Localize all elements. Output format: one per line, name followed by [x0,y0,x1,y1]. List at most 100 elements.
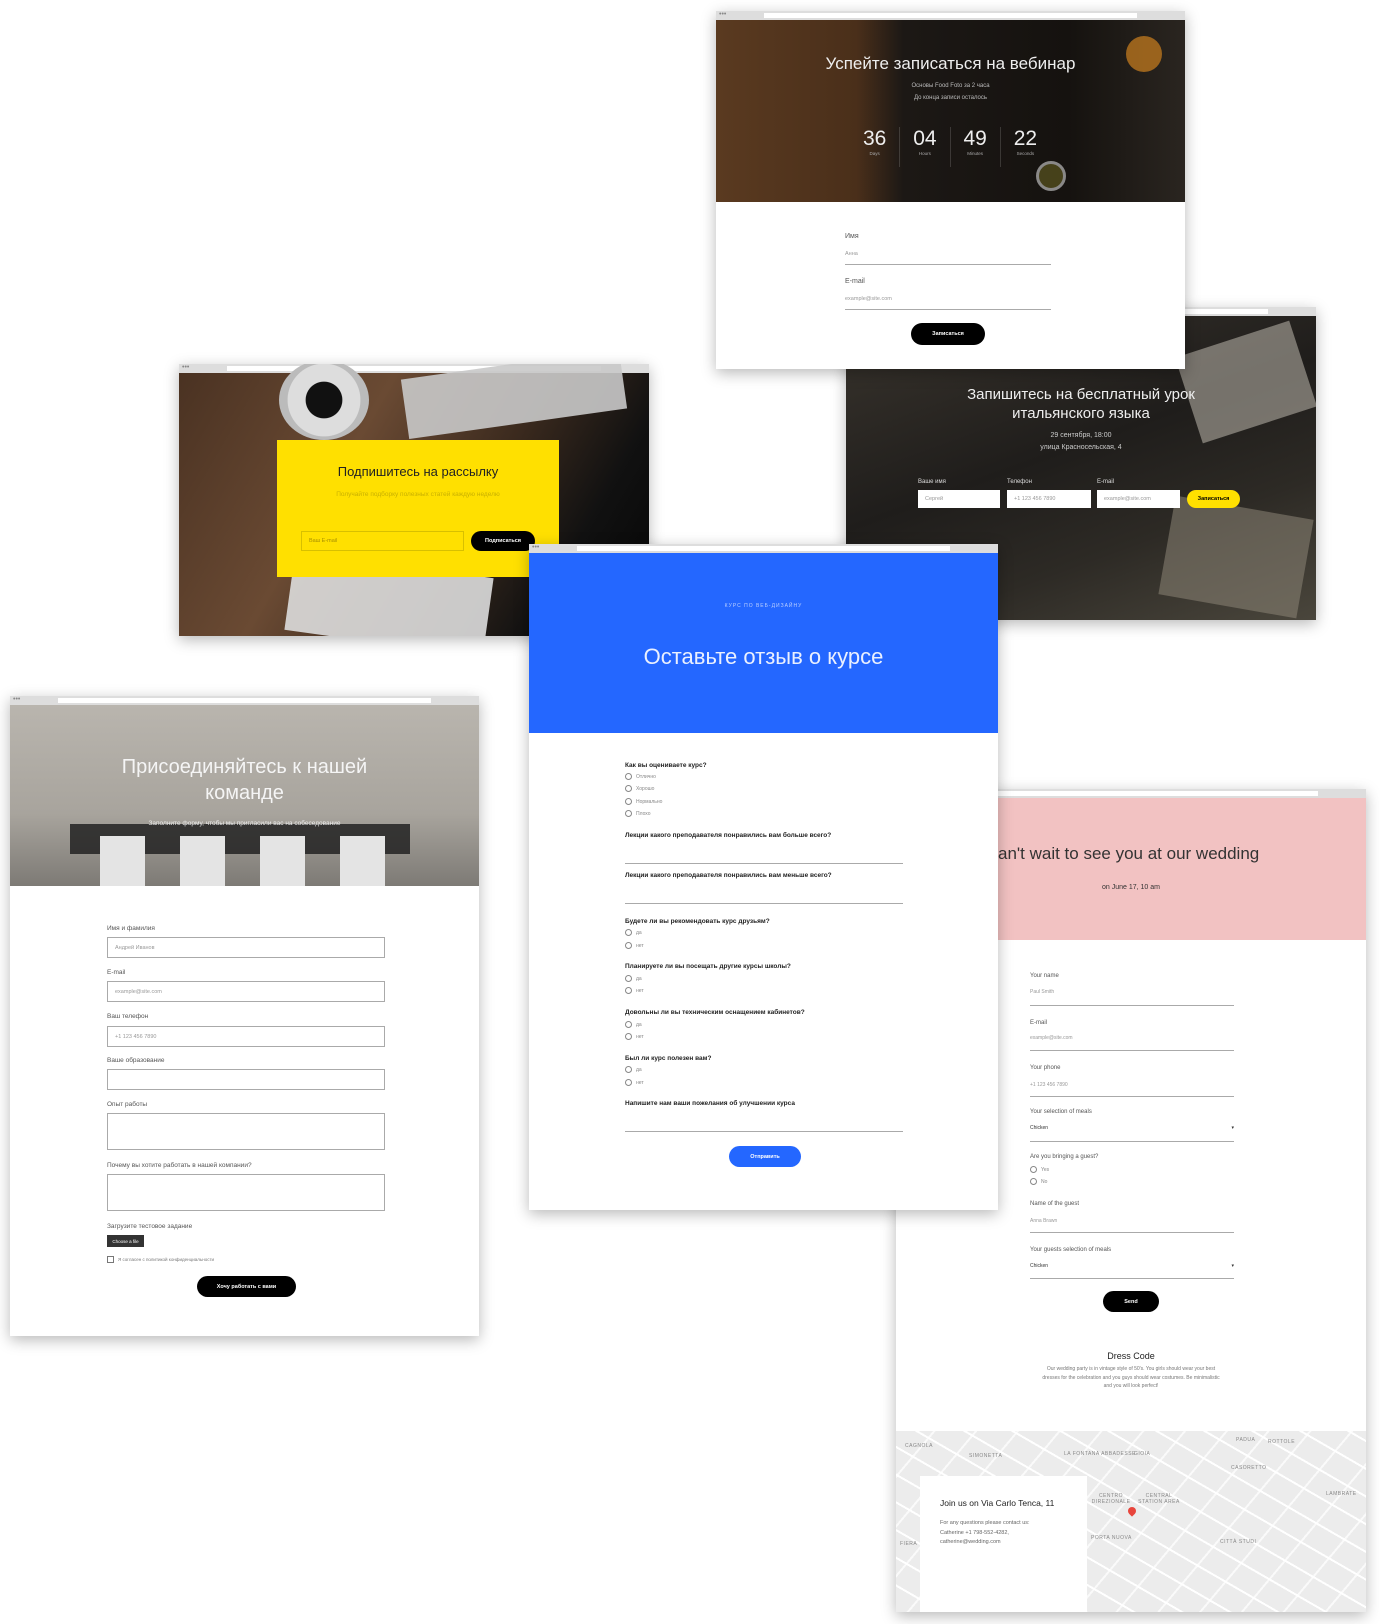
guest-meals-value: Chicken [1030,1263,1049,1269]
hero-title: an't wait to see you at our wedding [998,844,1260,863]
question-other-courses: Планируете ли вы посещать другие курсы ш… [625,963,791,970]
radio-no[interactable]: No [1030,1178,1047,1185]
hero-title: Присоединяйтесь к нашей команде [121,756,368,804]
radio-no[interactable]: нет [625,1033,644,1040]
submit-button[interactable]: Отправить [729,1146,801,1167]
email-label: E-mail [1097,479,1115,485]
radio-good[interactable]: Хорошо [625,785,654,792]
choose-file-button[interactable]: Choose a file [107,1235,144,1247]
worst-teacher-input[interactable] [625,903,903,904]
send-button[interactable]: Send [1103,1291,1159,1312]
hero-title: Оставьте отзыв о курсе [643,644,884,669]
best-teacher-input[interactable] [625,863,903,864]
browser-chrome: ••• [716,11,1185,20]
email-input[interactable]: example@site.com [1097,490,1180,508]
radio-no[interactable]: нет [625,987,644,994]
caret-down-icon: ▾ [1231,1263,1234,1269]
map-label: LA FONTANA ABBADESSE [1064,1451,1136,1457]
map-label: FIERA [900,1541,918,1547]
email-input[interactable]: Ваш E-mail [301,531,464,551]
countdown: 36 Days 04 Hours 49 Minutes 22 Seconds [850,127,1050,167]
chairs-image [80,836,400,886]
course-eyebrow: КУРС ПО ВЕБ-ДИЗАЙНУ [724,603,803,609]
question-useful: Был ли курс полезен вам? [625,1055,712,1062]
radio-no[interactable]: нет [625,942,644,949]
course-feedback-window: ••• КУРС ПО ВЕБ-ДИЗАЙНУ Оставьте отзыв о… [529,544,998,1210]
name-input[interactable]: Paul Smith [1030,989,1054,995]
name-label: Имя [845,233,859,240]
radio-excellent[interactable]: Отлично [625,773,656,780]
newsletter-box: Подпишитесь на рассылку Получайте подбор… [277,440,559,577]
name-input[interactable]: Сергей [918,490,1000,508]
email-input[interactable]: example@site.com [1030,1035,1073,1041]
map-label: PORTA NUOVA [1091,1535,1132,1541]
location-title: Join us on Via Carlo Tenca, 11 [940,1498,1055,1508]
map[interactable]: CAGNOLA SIMONETTA LA FONTANA ABBADESSE G… [896,1431,1366,1612]
submit-button[interactable]: Хочу работать с вами [197,1276,296,1297]
webinar-window: ••• Успейте записаться на вебинар Основы… [716,11,1185,369]
fullname-input[interactable]: Андрей Иванов [107,937,385,958]
phone-input[interactable]: +1 123 456 7890 [107,1026,385,1047]
radio-yes[interactable]: да [625,1066,642,1073]
meals-value: Chicken [1030,1125,1049,1131]
email-input[interactable]: example@site.com [107,981,385,1002]
radio-yes[interactable]: да [625,1021,642,1028]
map-label: SIMONETTA [969,1453,1003,1459]
question-equipment: Довольны ли вы техническим оснащением ка… [625,1009,805,1016]
hero-title: Успейте записаться на вебинар [825,54,1076,73]
consent-checkbox[interactable]: Я согласен с политикой конфиденциальност… [107,1256,214,1263]
radio-yes[interactable]: да [625,975,642,982]
map-label: LAMBRATE [1326,1491,1357,1497]
radio-icon [625,1079,632,1086]
map-label: CASORETTO [1231,1465,1267,1471]
radio-icon [1030,1166,1037,1173]
radio-normal[interactable]: Нормально [625,798,662,805]
map-label: CENTRO DIREZIONALE [1091,1493,1131,1505]
radio-icon [625,1033,632,1040]
map-label: CITTÀ STUDI [1220,1539,1257,1545]
why-label: Почему вы хотите работать в нашей компан… [107,1162,252,1169]
education-input[interactable] [107,1069,385,1090]
email-label: E-mail [107,969,126,976]
question-recommend: Будете ли вы рекомендовать курс друзьям? [625,918,770,925]
radio-yes[interactable]: да [625,929,642,936]
radio-icon [625,975,632,982]
hero-subtitle: Основы Food Foto за 2 часа [911,83,990,89]
radio-bad[interactable]: Плохо [625,810,651,817]
experience-label: Опыт работы [107,1101,148,1108]
map-label: CENTRAL STATION AREA [1138,1493,1180,1505]
meals-label: Your selection of meals [1030,1109,1092,1115]
event-address: улица Красносельская, 4 [1040,444,1122,451]
dress-code-title: Dress Code [1107,1351,1155,1361]
email-label: E-mail [845,278,865,285]
email-input[interactable]: example@site.com [845,296,892,302]
name-label: Your name [1030,973,1059,979]
radio-yes[interactable]: Yes [1030,1166,1049,1173]
phone-input[interactable]: +1 123 456 7890 [1030,1082,1068,1088]
subscribe-button[interactable]: Подписаться [471,531,535,551]
meals-select[interactable]: Chicken ▾ [1030,1125,1234,1131]
contact-info: For any questions please contact us: Cath… [940,1520,1030,1545]
why-textarea[interactable] [107,1174,385,1211]
underline [1030,1096,1234,1097]
guest-name-input[interactable]: Anna Brawn [1030,1218,1057,1224]
location-card: Join us on Via Carlo Tenca, 11 For any q… [920,1476,1087,1612]
fullname-label: Имя и фамилия [107,925,155,932]
map-label: GIOIA [1134,1451,1151,1457]
map-pin-icon[interactable] [1126,1505,1138,1517]
radio-icon [625,773,632,780]
radio-no[interactable]: нет [625,1079,644,1086]
hero-subtitle: Заполните форму, чтобы мы пригласили вас… [148,820,341,827]
guest-question: Are you bringing a guest? [1030,1154,1099,1160]
suggestions-input[interactable] [625,1131,903,1132]
name-input[interactable]: Анна [845,251,858,257]
guest-meals-select[interactable]: Chicken ▾ [1030,1263,1234,1269]
browser-chrome: ••• [529,544,998,553]
experience-textarea[interactable] [107,1113,385,1150]
countdown-minutes: 49 Minutes [949,127,1000,167]
question-best-teacher: Лекции какого преподавателя понравились … [625,832,832,839]
phone-input[interactable]: +1 123 456 7890 [1007,490,1091,508]
signup-button[interactable]: Записаться [911,323,985,345]
signup-button[interactable]: Записаться [1187,490,1240,508]
radio-icon [1030,1178,1037,1185]
